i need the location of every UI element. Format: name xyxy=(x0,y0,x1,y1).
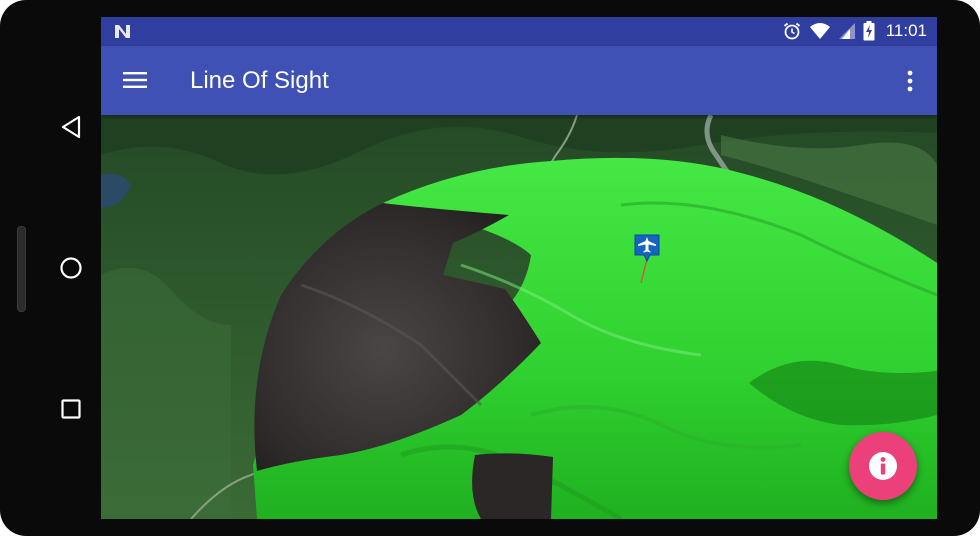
device-frame: 11:01 Line Of Sight xyxy=(0,0,980,536)
scene-view[interactable] xyxy=(101,113,937,519)
status-time: 11:01 xyxy=(885,21,927,40)
app-bar: Line Of Sight xyxy=(101,46,937,115)
more-vert-icon xyxy=(907,70,913,92)
navigation-menu-button[interactable] xyxy=(115,60,155,100)
info-icon xyxy=(869,452,897,480)
info-button[interactable] xyxy=(849,432,917,500)
terrain-scene xyxy=(101,113,937,519)
battery-charging-icon xyxy=(863,21,875,41)
not-visible-area xyxy=(472,453,553,519)
status-bar: 11:01 xyxy=(101,17,937,46)
recents-icon xyxy=(61,399,81,419)
home-button[interactable] xyxy=(56,253,86,283)
recents-button[interactable] xyxy=(56,394,86,424)
system-navigation-bar xyxy=(42,60,100,500)
home-icon xyxy=(60,257,82,279)
back-icon xyxy=(61,115,81,139)
side-button xyxy=(17,226,26,312)
page-title: Line Of Sight xyxy=(190,67,329,94)
wifi-icon xyxy=(809,23,830,39)
hamburger-menu-icon xyxy=(123,72,147,88)
cell-signal-icon xyxy=(838,23,855,39)
notification-n-icon xyxy=(115,25,130,38)
overflow-menu-button[interactable] xyxy=(895,61,925,101)
alarm-icon xyxy=(783,22,800,40)
app-screen: 11:01 Line Of Sight xyxy=(101,17,937,519)
back-button[interactable] xyxy=(56,112,86,142)
